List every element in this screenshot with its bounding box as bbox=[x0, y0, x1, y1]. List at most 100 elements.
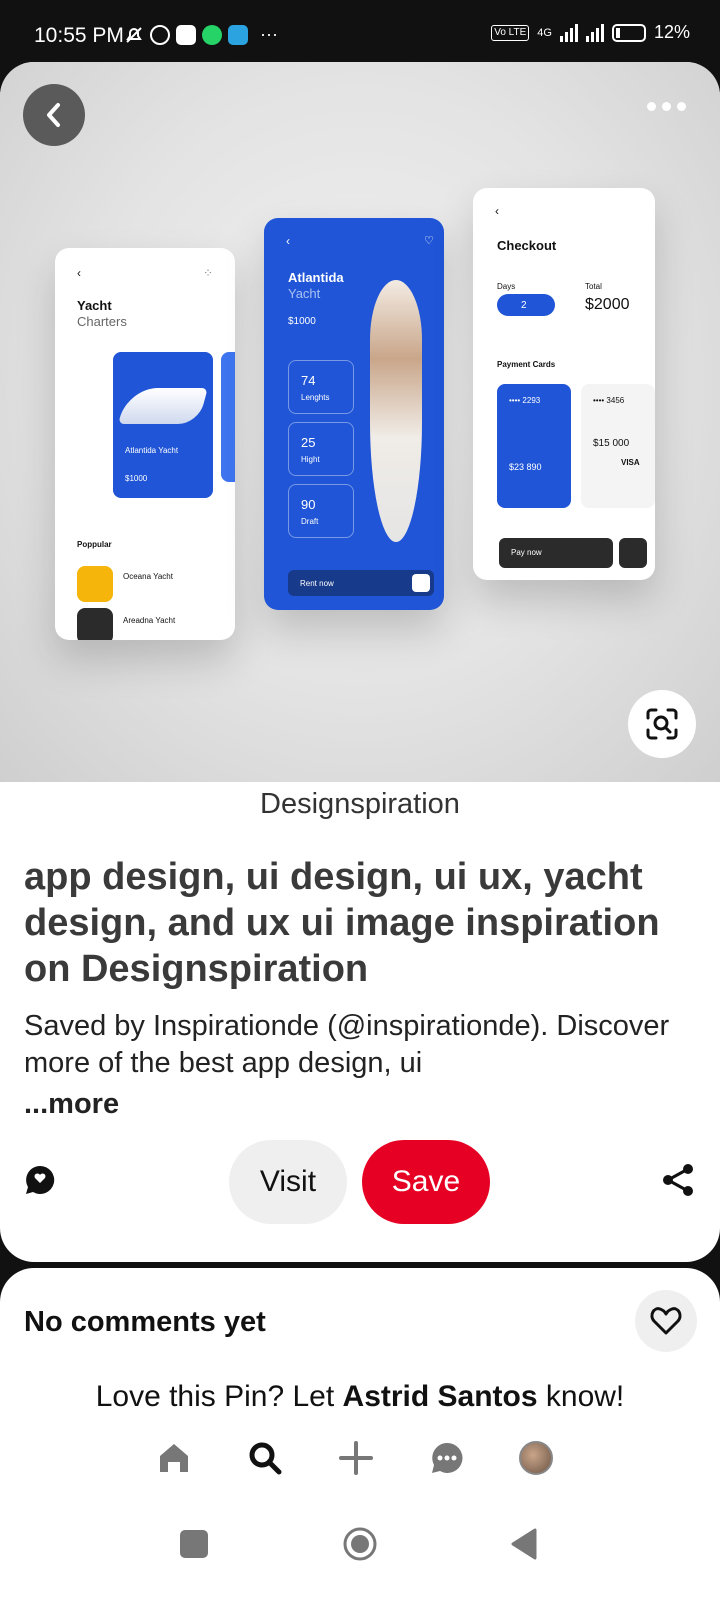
mock-days-stepper: 2 bbox=[497, 294, 555, 316]
mock-back-icon-3: ‹ bbox=[495, 204, 499, 218]
lens-search-icon bbox=[646, 708, 678, 740]
mock-rent-button: Rent now bbox=[288, 570, 434, 596]
mock-yacht-image bbox=[118, 388, 208, 424]
mock-card-2: •••• 3456 $15 000 VISA bbox=[581, 384, 655, 508]
nav-messages[interactable] bbox=[425, 1436, 469, 1480]
dot-icon bbox=[647, 102, 656, 111]
home-icon bbox=[160, 1444, 188, 1472]
love-prompt-prefix: Love this Pin? Let bbox=[95, 1380, 343, 1413]
status-icons-left: ··· bbox=[124, 24, 278, 45]
bottom-nav bbox=[0, 1428, 720, 1488]
mock-days-value: 2 bbox=[521, 300, 527, 311]
nav-search[interactable] bbox=[243, 1436, 287, 1480]
square-icon bbox=[180, 1530, 208, 1558]
love-prompt: Love this Pin? Let Astrid Santos know! bbox=[0, 1380, 720, 1414]
mock-pay-label: Pay now bbox=[511, 548, 542, 557]
mock-checkout-title: Checkout bbox=[497, 238, 557, 253]
mock-detail-title: Atlantida bbox=[288, 270, 344, 285]
nav-profile[interactable] bbox=[514, 1436, 558, 1480]
mock-payment-section: Payment Cards bbox=[497, 360, 556, 369]
mock-stat-2-label: Hight bbox=[301, 455, 320, 464]
status-icons-right: Vo LTE 4G 12% bbox=[491, 22, 690, 43]
muted-bell-icon bbox=[126, 26, 142, 43]
back-system-button[interactable] bbox=[502, 1522, 546, 1566]
phone-app-icon bbox=[176, 24, 196, 45]
mock-back-icon-2: ‹ bbox=[286, 234, 290, 248]
mock-card2-brand: VISA bbox=[621, 458, 640, 467]
mock-grid-icon: ⁘ bbox=[203, 266, 214, 280]
pin-description: Saved by Inspirationde (@inspirationde).… bbox=[24, 1010, 670, 1079]
mock-screen-yacht-detail: ‹ ♡ Atlantida Yacht $1000 74 Lenghts 25 Hi… bbox=[264, 218, 444, 610]
chat-icon bbox=[432, 1442, 463, 1473]
mock-stat-3-value: 90 bbox=[301, 497, 316, 512]
share-icon[interactable] bbox=[660, 1162, 696, 1198]
whatsapp-icon bbox=[202, 24, 222, 45]
mock-card2-amount: $15 000 bbox=[593, 438, 630, 449]
comment-icon[interactable] bbox=[24, 1164, 56, 1196]
mock-rent-label: Rent now bbox=[300, 579, 334, 588]
mock-card-title: Atlantida Yacht bbox=[125, 446, 179, 455]
mock-thumb-2 bbox=[77, 608, 113, 640]
nav-create[interactable] bbox=[334, 1436, 378, 1480]
comments-heading: No comments yet bbox=[24, 1306, 266, 1338]
status-time: 10:55 PM bbox=[34, 24, 124, 47]
mock-stat-2: 25 Hight bbox=[288, 422, 354, 476]
telegram-icon bbox=[228, 24, 248, 45]
back-button[interactable] bbox=[23, 84, 85, 146]
save-button[interactable]: Save bbox=[362, 1140, 490, 1224]
dot-icon bbox=[662, 102, 671, 111]
mock-item-1: Oceana Yacht bbox=[123, 572, 173, 581]
mock-card-price: $1000 bbox=[125, 474, 148, 483]
pin-image[interactable]: ‹ ⁘ Yacht Charters Atlantida Yacht $1000… bbox=[0, 62, 720, 782]
mock-stat-1-value: 74 bbox=[301, 373, 316, 388]
mock-back-icon: ‹ bbox=[77, 266, 81, 280]
mock-card1-amount: $23 890 bbox=[509, 462, 542, 472]
mock-pay-button: Pay now bbox=[499, 538, 613, 568]
mock-arrow-icon bbox=[412, 574, 430, 592]
mock-item-2: Areadna Yacht bbox=[123, 616, 176, 625]
home-system-button[interactable] bbox=[338, 1522, 382, 1566]
pin-title: app design, ui design, ui ux, yacht desi… bbox=[24, 856, 660, 990]
visit-button[interactable]: Visit bbox=[229, 1140, 347, 1224]
mock-featured-card: Atlantida Yacht $1000 bbox=[113, 352, 213, 498]
more-options-button[interactable] bbox=[647, 102, 686, 111]
mock-stat-2-value: 25 bbox=[301, 435, 316, 450]
mock-heart-icon: ♡ bbox=[424, 235, 434, 247]
mock-days-label: Days bbox=[497, 282, 516, 291]
mock-screen-yacht-list: ‹ ⁘ Yacht Charters Atlantida Yacht $1000… bbox=[55, 248, 235, 640]
mock-scan-button bbox=[619, 538, 647, 568]
system-nav-bar bbox=[0, 1500, 720, 1600]
mock-detail-price: $1000 bbox=[288, 316, 316, 327]
mock-total-label: Total bbox=[585, 282, 602, 291]
nav-home[interactable] bbox=[152, 1436, 196, 1480]
mock-stat-3: 90 Draft bbox=[288, 484, 354, 538]
profile-avatar bbox=[519, 1441, 553, 1475]
mock-next-card bbox=[221, 352, 235, 482]
mock-thumb-1 bbox=[77, 566, 113, 602]
mock-stat-3-label: Draft bbox=[301, 517, 319, 526]
mock-section: Poppular bbox=[77, 540, 112, 549]
status-overflow: ··· bbox=[260, 24, 278, 44]
pinner-name[interactable]: Astrid Santos bbox=[343, 1380, 538, 1413]
dot-icon bbox=[677, 102, 686, 111]
pin-actions: Visit Save bbox=[0, 1138, 720, 1224]
love-prompt-suffix: know! bbox=[537, 1380, 625, 1413]
heart-icon bbox=[650, 1307, 682, 1335]
mock-yacht-topview bbox=[370, 280, 422, 542]
pin-source[interactable]: Designspiration bbox=[0, 788, 720, 821]
battery-icon bbox=[611, 23, 646, 42]
network-type: 4G bbox=[537, 26, 552, 39]
recents-button[interactable] bbox=[172, 1522, 216, 1566]
mock-subtitle: Charters bbox=[77, 314, 127, 329]
mock-total-value: $2000 bbox=[585, 296, 630, 313]
react-button[interactable] bbox=[635, 1290, 697, 1352]
mock-card2-num: •••• 3456 bbox=[593, 396, 625, 405]
mock-stat-1-label: Lenghts bbox=[301, 393, 330, 402]
signal-icon-2 bbox=[585, 23, 604, 42]
volte-badge: Vo LTE bbox=[491, 24, 530, 41]
more-link[interactable]: ...more bbox=[24, 1088, 119, 1121]
mock-card1-num: •••• 2293 bbox=[509, 396, 541, 405]
visual-search-button[interactable] bbox=[628, 690, 696, 758]
mock-detail-subtitle: Yacht bbox=[288, 286, 321, 301]
circle-home-icon bbox=[343, 1527, 377, 1561]
